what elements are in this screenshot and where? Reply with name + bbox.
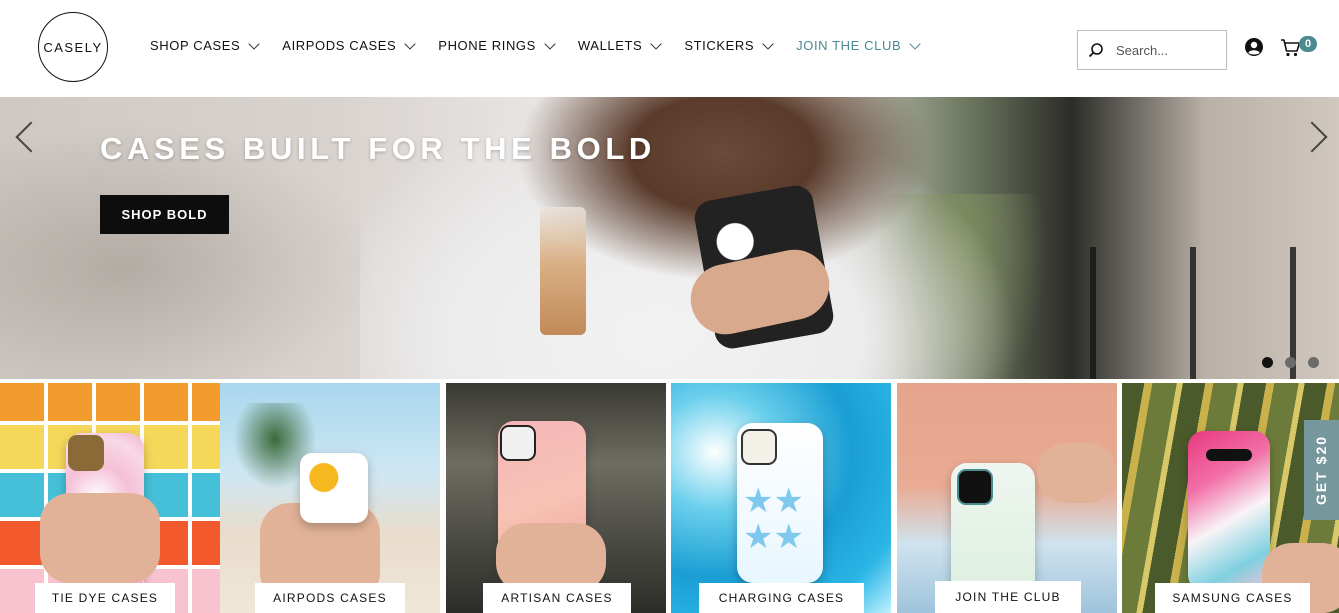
nav-label: JOIN THE CLUB [796, 38, 902, 53]
chevron-down-icon [650, 37, 662, 50]
search-icon [1088, 43, 1103, 58]
nav-label: AIRPODS CASES [282, 38, 397, 53]
nav-label: PHONE RINGS [438, 38, 536, 53]
tile-artisan-cases[interactable]: ARTISAN CASES [446, 383, 666, 613]
tile-label: AIRPODS CASES [255, 583, 405, 613]
tile-label: TIE DYE CASES [35, 583, 175, 613]
slide-dot-3[interactable] [1308, 357, 1319, 368]
nav-airpods-cases[interactable]: AIRPODS CASES [282, 37, 416, 53]
get-20-side-tab[interactable]: GET $20 [1304, 420, 1339, 520]
tile-charging-cases[interactable]: ★★ ★★ CHARGING CASES [671, 383, 891, 613]
category-tiles: TIE DYE CASES AIRPODS CASES ARTISAN CASE… [0, 383, 1339, 613]
camera-lens [500, 425, 536, 461]
slide-dot-1[interactable] [1262, 357, 1273, 368]
hand-image [1037, 443, 1117, 503]
chevron-down-icon [544, 37, 556, 50]
cart-count-badge: 0 [1299, 36, 1317, 52]
chevron-down-icon [762, 37, 774, 50]
account-icon[interactable] [1244, 37, 1264, 57]
search-input[interactable] [1116, 42, 1216, 58]
tile-label: CHARGING CASES [699, 583, 864, 613]
camera-lens [741, 429, 777, 465]
chevron-down-icon [248, 37, 260, 50]
tile-airpods-cases[interactable]: AIRPODS CASES [220, 383, 440, 613]
nav-label: SHOP CASES [150, 38, 241, 53]
tile-label: JOIN THE CLUB [935, 581, 1081, 613]
tile-label: SAMSUNG CASES [1155, 583, 1310, 613]
site-header: CASELY SHOP CASES AIRPODS CASES PHONE RI… [0, 0, 1339, 96]
hand-image [40, 493, 160, 583]
casely-logo[interactable]: CASELY [38, 12, 108, 82]
star-pattern: ★★ ★★ [743, 482, 804, 556]
shop-bold-button[interactable]: SHOP BOLD [100, 195, 229, 234]
hero-title: CASES BUILT FOR THE BOLD [100, 131, 656, 166]
camera-lens [957, 469, 993, 505]
tile-join-the-club[interactable]: JOIN THE CLUB [897, 383, 1117, 613]
side-tab-label: GET $20 [1313, 434, 1330, 506]
tile-label: ARTISAN CASES [483, 583, 631, 613]
slider-dots [1262, 357, 1319, 368]
nav-phone-rings[interactable]: PHONE RINGS [438, 37, 556, 53]
nav-join-the-club[interactable]: JOIN THE CLUB [796, 37, 921, 53]
nav-wallets[interactable]: WALLETS [577, 37, 662, 53]
slide-dot-2[interactable] [1285, 357, 1296, 368]
tile-tie-dye-cases[interactable]: TIE DYE CASES [0, 383, 220, 613]
sunflower-airpods-case-image [300, 453, 368, 523]
search-box[interactable] [1077, 30, 1227, 70]
main-nav: SHOP CASES AIRPODS CASES PHONE RINGS WAL… [150, 37, 943, 53]
chevron-down-icon [404, 37, 416, 50]
nav-stickers[interactable]: STICKERS [684, 37, 774, 53]
chevron-down-icon [909, 37, 921, 50]
hero-iced-coffee [540, 207, 586, 335]
nav-label: STICKERS [684, 38, 755, 53]
camera-lens [68, 435, 104, 471]
nav-label: WALLETS [577, 38, 643, 53]
camera-bar [1206, 449, 1252, 461]
nav-shop-cases[interactable]: SHOP CASES [150, 37, 260, 53]
